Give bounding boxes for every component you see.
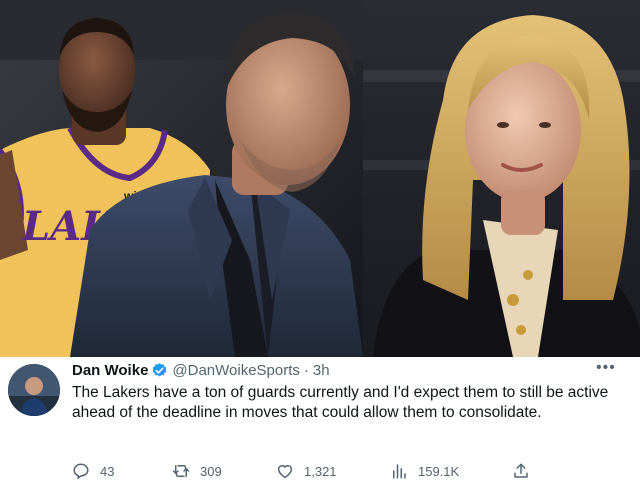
tweet[interactable]: Dan Woike @DanWoikeSports · 3h ••• The L…	[0, 357, 640, 480]
photo-lebron-and-pelinka[interactable]: LAKE wish	[0, 0, 363, 357]
header-separator: ·	[303, 361, 309, 379]
more-icon[interactable]: •••	[596, 359, 616, 377]
tweet-image-collage[interactable]: LAKE wish	[0, 0, 640, 357]
reply-icon	[73, 463, 89, 479]
author-handle[interactable]: @DanWoikeSports	[172, 362, 300, 379]
like-count: 1,321	[304, 463, 337, 479]
verified-badge-icon	[153, 362, 167, 377]
retweet-button[interactable]: 309	[172, 461, 222, 481]
views-count: 159.1K	[418, 463, 460, 479]
tweet-actions: 43 309 1,321 159.1K	[72, 461, 632, 481]
author-name[interactable]: Dan Woike	[72, 362, 148, 379]
share-icon	[514, 463, 528, 478]
share-button[interactable]	[512, 461, 530, 481]
views-button[interactable]: 159.1K	[390, 461, 459, 481]
retweet-count: 309	[200, 463, 222, 479]
tweet-text: The Lakers have a ton of guards currentl…	[72, 384, 609, 421]
photo-jeanie-buss[interactable]	[363, 0, 640, 357]
reply-button[interactable]: 43	[72, 461, 114, 481]
tweet-header: Dan Woike @DanWoikeSports · 3h	[72, 359, 330, 381]
reply-count: 43	[100, 463, 115, 479]
tweet-timestamp[interactable]: 3h	[313, 362, 330, 379]
retweet-icon	[172, 465, 190, 477]
like-icon	[277, 465, 293, 479]
author-avatar[interactable]	[8, 364, 60, 416]
views-icon	[393, 464, 406, 479]
like-button[interactable]: 1,321	[276, 461, 337, 481]
